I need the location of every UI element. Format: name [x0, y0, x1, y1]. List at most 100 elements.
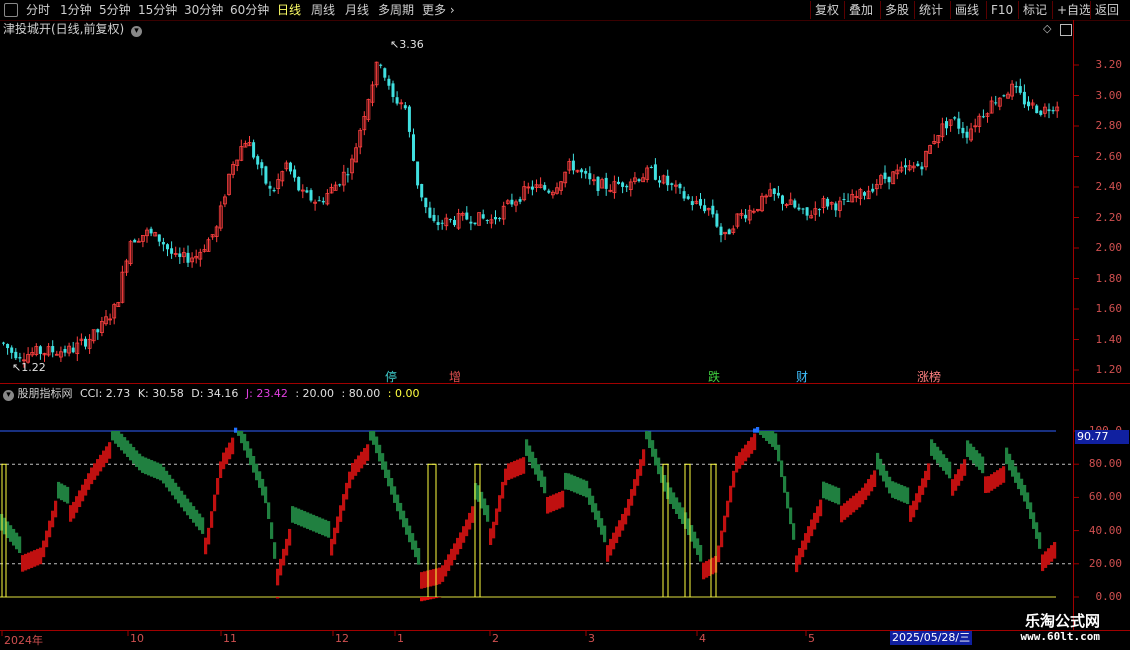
candle: [268, 181, 272, 197]
kdj-band: [600, 518, 604, 535]
candle: [985, 112, 990, 123]
kdj-band: [537, 464, 541, 481]
kdj-band: [951, 479, 955, 496]
kdj-band: [762, 431, 766, 438]
price-tick-label: 2.20: [1095, 210, 1123, 224]
candle: [788, 192, 793, 205]
candle: [247, 135, 252, 147]
kdj-band: [456, 537, 460, 555]
kdj-band: [204, 537, 208, 555]
candle: [252, 139, 256, 160]
candle: [108, 313, 112, 326]
kdj-band: [765, 431, 769, 441]
kdj-band: [453, 543, 457, 560]
kdj-band: [864, 483, 868, 500]
candle: [420, 183, 424, 202]
candle: [218, 201, 223, 232]
kdj-band: [1041, 554, 1045, 572]
candle: [166, 243, 169, 257]
kdj-band: [87, 473, 91, 490]
kdj-band: [333, 527, 337, 545]
kdj-band: [816, 506, 820, 523]
price-chart[interactable]: [0, 0, 1130, 650]
candle: [1051, 106, 1055, 115]
event-badge-add[interactable]: 增: [449, 370, 461, 384]
kdj-band: [180, 490, 184, 508]
kdj-band: [573, 475, 577, 493]
kdj-band: [876, 452, 880, 470]
candle: [674, 180, 678, 194]
candle: [481, 209, 485, 220]
candle: [703, 198, 707, 214]
kdj-band: [1026, 492, 1030, 510]
kdj-band: [921, 478, 925, 495]
candlestick-series: [2, 61, 1060, 368]
kdj-band: [462, 526, 466, 543]
kdj-band: [177, 486, 181, 504]
indicator-title-row: ▾ 股朋指标网 CCI: 2.73 K: 30.58 D: 34.16 J: 2…: [0, 386, 419, 402]
event-badge-rise-list[interactable]: 涨榜: [917, 370, 941, 384]
kdj-band: [867, 479, 871, 496]
candle: [628, 178, 633, 197]
candle: [863, 191, 866, 200]
candle: [731, 225, 736, 235]
candle: [210, 234, 215, 240]
candle: [584, 168, 588, 179]
kdj-band: [543, 476, 547, 494]
kdj-band: [768, 431, 772, 444]
candle: [756, 208, 760, 213]
candle: [264, 165, 268, 186]
indicator-series: [0, 427, 1057, 602]
kdj-band: [990, 474, 994, 491]
candle: [366, 98, 371, 122]
event-badge-stop[interactable]: 停: [385, 370, 397, 384]
kdj-band: [948, 461, 952, 479]
kdj-band: [522, 457, 526, 474]
date-label-oct: 10: [130, 632, 144, 645]
indicator-gridlines: [0, 430, 1079, 598]
oversold-fill: [429, 597, 433, 600]
kdj-band: [621, 514, 625, 531]
kdj-band: [243, 433, 247, 451]
candle: [391, 80, 395, 103]
candle: [67, 342, 71, 357]
price-tick-label: 2.80: [1095, 119, 1123, 132]
candle: [256, 154, 260, 170]
candle: [354, 143, 359, 163]
candle: [690, 196, 694, 211]
kdj-band: [297, 508, 301, 526]
kdj-band: [327, 521, 331, 538]
kdj-band: [363, 448, 367, 465]
chevron-down-icon[interactable]: ▾: [3, 390, 14, 401]
oversold-fill: [426, 597, 430, 600]
kdj-band: [66, 486, 70, 504]
kdj-band: [15, 532, 19, 550]
kdj-band: [633, 479, 637, 496]
price-tick-label: 3.20: [1095, 58, 1123, 71]
kdj-band: [834, 486, 838, 504]
indicator-name[interactable]: 股朋指标网: [18, 387, 73, 400]
kdj-band: [450, 548, 454, 566]
kdj-band: [579, 478, 583, 495]
candle: [940, 117, 945, 142]
kdj-band: [531, 451, 535, 469]
kdj-band: [183, 494, 187, 512]
kdj-band: [609, 538, 613, 556]
kdj-band: [918, 485, 922, 503]
kdj-band: [795, 555, 799, 573]
candle: [202, 244, 207, 253]
candle: [768, 182, 773, 198]
current-date-label: 2025/05/28/三: [890, 631, 973, 645]
candle: [571, 153, 575, 175]
kdj-band: [354, 459, 358, 476]
kdj-band: [519, 458, 523, 475]
kdj-band: [684, 512, 688, 529]
kdj-band: [105, 446, 109, 463]
event-badge-fall[interactable]: 跌: [708, 370, 720, 384]
candle: [682, 186, 686, 202]
candle: [784, 203, 789, 209]
event-badge-finance[interactable]: 财: [796, 370, 808, 384]
kdj-band: [318, 517, 322, 534]
kdj-band: [144, 457, 148, 475]
candle: [485, 219, 489, 224]
